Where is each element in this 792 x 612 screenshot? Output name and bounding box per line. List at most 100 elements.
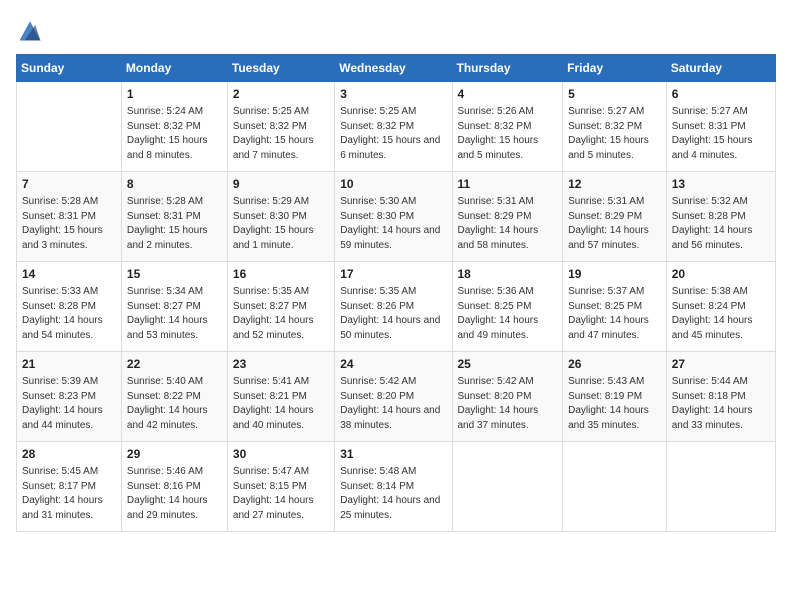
day-number: 5 (568, 86, 661, 103)
calendar-cell: 5 Sunrise: 5:27 AMSunset: 8:32 PMDaylight… (563, 82, 667, 172)
day-number: 26 (568, 356, 661, 373)
calendar-cell: 3 Sunrise: 5:25 AMSunset: 8:32 PMDaylight… (335, 82, 452, 172)
day-number: 29 (127, 446, 222, 463)
day-number: 11 (458, 176, 558, 193)
header-day-tuesday: Tuesday (227, 55, 334, 82)
day-number: 25 (458, 356, 558, 373)
calendar-cell: 8 Sunrise: 5:28 AMSunset: 8:31 PMDaylight… (121, 172, 227, 262)
day-info: Sunrise: 5:32 AMSunset: 8:28 PMDaylight:… (672, 195, 770, 253)
calendar-week-1: 1 Sunrise: 5:24 AMSunset: 8:32 PMDaylight… (17, 82, 776, 172)
day-number: 12 (568, 176, 661, 193)
calendar-cell: 16 Sunrise: 5:35 AMSunset: 8:27 PMDayligh… (227, 262, 334, 352)
day-number: 16 (233, 266, 329, 283)
header-day-thursday: Thursday (452, 55, 563, 82)
day-number: 14 (22, 266, 116, 283)
page-header (16, 16, 776, 44)
day-number: 31 (340, 446, 446, 463)
day-number: 2 (233, 86, 329, 103)
day-info: Sunrise: 5:37 AMSunset: 8:25 PMDaylight:… (568, 285, 661, 343)
calendar-cell: 11Sunrise: 5:31 AMSunset: 8:29 PMDayligh… (452, 172, 563, 262)
calendar-cell: 29Sunrise: 5:46 AMSunset: 8:16 PMDayligh… (121, 442, 227, 532)
calendar-cell: 23Sunrise: 5:41 AMSunset: 8:21 PMDayligh… (227, 352, 334, 442)
day-number: 19 (568, 266, 661, 283)
calendar-cell: 4Sunrise: 5:26 AMSunset: 8:32 PMDaylight… (452, 82, 563, 172)
day-info: Sunrise: 5:31 AMSunset: 8:29 PMDaylight:… (568, 195, 661, 253)
day-info: Sunrise: 5:47 AMSunset: 8:15 PMDaylight:… (233, 465, 329, 523)
calendar-cell: 1 Sunrise: 5:24 AMSunset: 8:32 PMDaylight… (121, 82, 227, 172)
calendar-cell: 7 Sunrise: 5:28 AMSunset: 8:31 PMDaylight… (17, 172, 122, 262)
day-info: Sunrise: 5:33 AMSunset: 8:28 PMDaylight:… (22, 285, 116, 343)
day-info: Sunrise: 5:38 AMSunset: 8:24 PMDaylight:… (672, 285, 770, 343)
calendar-week-2: 7 Sunrise: 5:28 AMSunset: 8:31 PMDaylight… (17, 172, 776, 262)
calendar-header: SundayMondayTuesdayWednesdayThursdayFrid… (17, 55, 776, 82)
calendar-cell: 28 Sunrise: 5:45 AMSunset: 8:17 PMDayligh… (17, 442, 122, 532)
day-number: 15 (127, 266, 222, 283)
calendar-table: SundayMondayTuesdayWednesdayThursdayFrid… (16, 54, 776, 532)
day-info: Sunrise: 5:42 AMSunset: 8:20 PMDaylight:… (458, 375, 558, 433)
calendar-cell: 20 Sunrise: 5:38 AMSunset: 8:24 PMDayligh… (666, 262, 775, 352)
calendar-week-3: 14 Sunrise: 5:33 AMSunset: 8:28 PMDayligh… (17, 262, 776, 352)
day-number: 27 (672, 356, 770, 373)
calendar-week-4: 21 Sunrise: 5:39 AMSunset: 8:23 PMDayligh… (17, 352, 776, 442)
day-info: Sunrise: 5:27 AMSunset: 8:32 PMDaylight:… (568, 105, 661, 163)
day-info: Sunrise: 5:42 AMSunset: 8:20 PMDaylight:… (340, 375, 446, 433)
day-number: 6 (672, 86, 770, 103)
header-day-wednesday: Wednesday (335, 55, 452, 82)
calendar-cell (17, 82, 122, 172)
calendar-cell: 2Sunrise: 5:25 AMSunset: 8:32 PMDaylight… (227, 82, 334, 172)
calendar-cell: 18 Sunrise: 5:36 AMSunset: 8:25 PMDayligh… (452, 262, 563, 352)
day-info: Sunrise: 5:43 AMSunset: 8:19 PMDaylight:… (568, 375, 661, 433)
day-number: 22 (127, 356, 222, 373)
header-day-friday: Friday (563, 55, 667, 82)
calendar-cell: 14 Sunrise: 5:33 AMSunset: 8:28 PMDayligh… (17, 262, 122, 352)
day-info: Sunrise: 5:29 AMSunset: 8:30 PMDaylight:… (233, 195, 329, 253)
calendar-cell (452, 442, 563, 532)
day-number: 28 (22, 446, 116, 463)
day-info: Sunrise: 5:24 AMSunset: 8:32 PMDaylight:… (127, 105, 222, 163)
day-info: Sunrise: 5:35 AMSunset: 8:27 PMDaylight:… (233, 285, 329, 343)
day-number: 9 (233, 176, 329, 193)
day-info: Sunrise: 5:45 AMSunset: 8:17 PMDaylight:… (22, 465, 116, 523)
day-number: 18 (458, 266, 558, 283)
calendar-cell: 26 Sunrise: 5:43 AMSunset: 8:19 PMDayligh… (563, 352, 667, 442)
day-info: Sunrise: 5:39 AMSunset: 8:23 PMDaylight:… (22, 375, 116, 433)
header-day-saturday: Saturday (666, 55, 775, 82)
calendar-cell: 22 Sunrise: 5:40 AMSunset: 8:22 PMDayligh… (121, 352, 227, 442)
day-number: 8 (127, 176, 222, 193)
calendar-cell (666, 442, 775, 532)
day-info: Sunrise: 5:25 AMSunset: 8:32 PMDaylight:… (340, 105, 446, 163)
day-info: Sunrise: 5:30 AMSunset: 8:30 PMDaylight:… (340, 195, 446, 253)
day-number: 1 (127, 86, 222, 103)
day-number: 24 (340, 356, 446, 373)
calendar-cell: 9 Sunrise: 5:29 AMSunset: 8:30 PMDaylight… (227, 172, 334, 262)
calendar-cell: 31 Sunrise: 5:48 AMSunset: 8:14 PMDayligh… (335, 442, 452, 532)
calendar-cell: 10Sunrise: 5:30 AMSunset: 8:30 PMDayligh… (335, 172, 452, 262)
day-info: Sunrise: 5:35 AMSunset: 8:26 PMDaylight:… (340, 285, 446, 343)
day-info: Sunrise: 5:36 AMSunset: 8:25 PMDaylight:… (458, 285, 558, 343)
day-number: 3 (340, 86, 446, 103)
day-number: 20 (672, 266, 770, 283)
header-row: SundayMondayTuesdayWednesdayThursdayFrid… (17, 55, 776, 82)
calendar-body: 1 Sunrise: 5:24 AMSunset: 8:32 PMDaylight… (17, 82, 776, 532)
day-info: Sunrise: 5:28 AMSunset: 8:31 PMDaylight:… (127, 195, 222, 253)
day-number: 17 (340, 266, 446, 283)
day-info: Sunrise: 5:27 AMSunset: 8:31 PMDaylight:… (672, 105, 770, 163)
calendar-cell: 19 Sunrise: 5:37 AMSunset: 8:25 PMDayligh… (563, 262, 667, 352)
day-info: Sunrise: 5:28 AMSunset: 8:31 PMDaylight:… (22, 195, 116, 253)
day-number: 13 (672, 176, 770, 193)
day-info: Sunrise: 5:40 AMSunset: 8:22 PMDaylight:… (127, 375, 222, 433)
day-number: 30 (233, 446, 329, 463)
day-info: Sunrise: 5:48 AMSunset: 8:14 PMDaylight:… (340, 465, 446, 523)
logo-icon (16, 16, 44, 44)
calendar-cell: 27 Sunrise: 5:44 AMSunset: 8:18 PMDayligh… (666, 352, 775, 442)
day-number: 23 (233, 356, 329, 373)
header-day-sunday: Sunday (17, 55, 122, 82)
calendar-cell: 13 Sunrise: 5:32 AMSunset: 8:28 PMDayligh… (666, 172, 775, 262)
day-info: Sunrise: 5:44 AMSunset: 8:18 PMDaylight:… (672, 375, 770, 433)
calendar-cell: 15Sunrise: 5:34 AMSunset: 8:27 PMDayligh… (121, 262, 227, 352)
calendar-cell: 6 Sunrise: 5:27 AMSunset: 8:31 PMDaylight… (666, 82, 775, 172)
calendar-week-5: 28 Sunrise: 5:45 AMSunset: 8:17 PMDayligh… (17, 442, 776, 532)
calendar-cell: 30 Sunrise: 5:47 AMSunset: 8:15 PMDayligh… (227, 442, 334, 532)
day-number: 21 (22, 356, 116, 373)
day-number: 7 (22, 176, 116, 193)
